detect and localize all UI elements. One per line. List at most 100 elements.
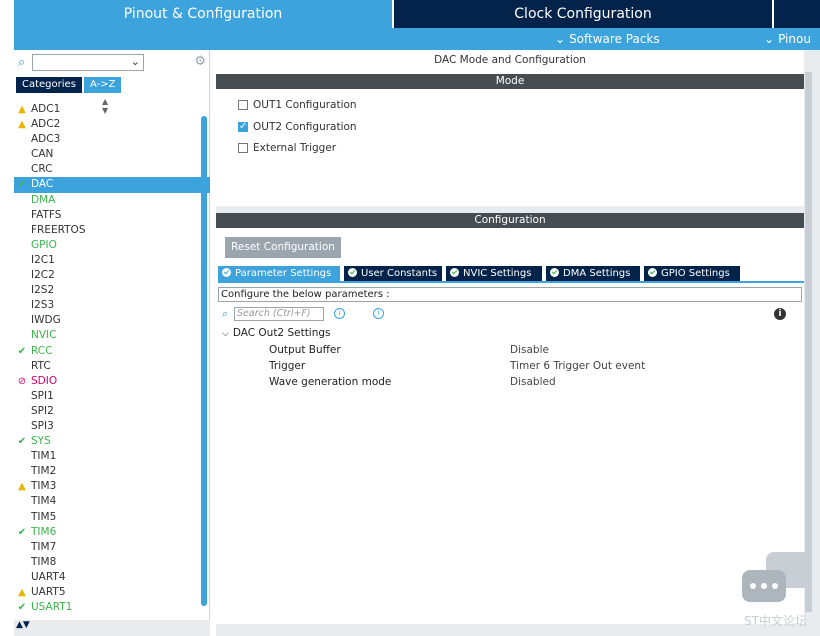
mode-option[interactable]: OUT2 Configuration bbox=[238, 120, 357, 142]
component-label: SYS bbox=[31, 435, 51, 448]
component-item[interactable]: DMA bbox=[14, 193, 210, 208]
component-item[interactable]: TIM2 bbox=[14, 464, 210, 479]
component-item[interactable]: SPI3 bbox=[14, 419, 210, 434]
component-item[interactable]: I2S2 bbox=[14, 283, 210, 298]
component-item[interactable]: ✔ SYS bbox=[14, 434, 210, 449]
component-label: ADC2 bbox=[31, 118, 61, 131]
mode-option[interactable]: OUT1 Configuration bbox=[238, 98, 357, 120]
check-icon: ✔ bbox=[17, 526, 27, 538]
component-item[interactable]: TIM5 bbox=[14, 510, 210, 525]
component-label: TIM5 bbox=[31, 510, 57, 523]
expand-all-icon[interactable]: i bbox=[334, 308, 345, 319]
search-icon[interactable]: ⌕ bbox=[222, 307, 228, 321]
component-item[interactable]: CAN bbox=[14, 147, 210, 162]
component-item[interactable]: CRC bbox=[14, 162, 210, 177]
component-item[interactable]: I2C2 bbox=[14, 268, 210, 283]
param-name[interactable]: Wave generation mode bbox=[269, 376, 391, 388]
config-tab[interactable]: GPIO Settings bbox=[644, 266, 740, 281]
component-item[interactable]: ✔ USART1 bbox=[14, 600, 210, 615]
tab-overflow[interactable] bbox=[774, 0, 820, 28]
component-item[interactable]: TIM4 bbox=[14, 494, 210, 509]
component-item[interactable]: I2C1 bbox=[14, 253, 210, 268]
component-label: TIM8 bbox=[31, 555, 57, 568]
param-value[interactable]: Timer 6 Trigger Out event bbox=[510, 360, 645, 372]
component-search-row: ⌕ ⌄ ⚙ bbox=[14, 52, 210, 72]
component-item[interactable]: NVIC bbox=[14, 328, 210, 343]
search-icon[interactable]: ⌕ bbox=[18, 55, 25, 70]
list-scrollbar[interactable] bbox=[201, 116, 207, 606]
pinout-menu[interactable]: ⌄ Pinou bbox=[764, 28, 811, 50]
mode-option[interactable]: External Trigger bbox=[238, 141, 357, 163]
param-name[interactable]: Output Buffer bbox=[269, 344, 341, 356]
param-name[interactable]: Trigger bbox=[269, 360, 305, 372]
software-packs-menu[interactable]: ⌄ Software Packs bbox=[555, 28, 660, 50]
component-item[interactable]: TIM1 bbox=[14, 449, 210, 464]
component-item[interactable]: ✔ DAC bbox=[14, 177, 210, 193]
param-search-input[interactable]: Search (Ctrl+F) bbox=[234, 307, 324, 321]
component-label: UART5 bbox=[31, 586, 66, 598]
sub-menu-bar: ⌄ Software Packs ⌄ Pinou bbox=[14, 28, 820, 50]
info-icon[interactable]: i bbox=[774, 308, 786, 320]
component-item[interactable]: ▲ ADC1 bbox=[14, 102, 210, 117]
param-value[interactable]: Disabled bbox=[510, 376, 556, 388]
component-search-input[interactable]: ⌄ bbox=[32, 54, 144, 71]
checkbox[interactable] bbox=[238, 100, 248, 110]
component-item[interactable]: GPIO bbox=[14, 238, 210, 253]
component-item[interactable]: FREERTOS bbox=[14, 223, 210, 238]
check-circle-icon bbox=[222, 268, 231, 277]
component-item[interactable]: ✔ RCC bbox=[14, 344, 210, 359]
config-tab[interactable]: NVIC Settings bbox=[446, 266, 542, 281]
component-item[interactable]: ⊘ SDIO bbox=[14, 374, 210, 389]
component-label: UART4 bbox=[31, 570, 66, 583]
main-scrollbar[interactable] bbox=[805, 72, 812, 612]
config-tab[interactable]: User Constants bbox=[344, 266, 442, 281]
check-icon: ✔ bbox=[17, 345, 27, 357]
tab-clock-configuration[interactable]: Clock Configuration bbox=[394, 0, 772, 28]
check-circle-icon bbox=[550, 268, 559, 277]
component-item[interactable]: I2S3 bbox=[14, 298, 210, 313]
dac-out2-settings-group[interactable]: ⌵ DAC Out2 Settings bbox=[222, 327, 331, 339]
component-item[interactable]: ▲ ADC2 bbox=[14, 117, 210, 132]
horizontal-scrollbar[interactable] bbox=[216, 624, 820, 636]
gear-icon[interactable]: ⚙ bbox=[194, 54, 206, 69]
component-item[interactable]: RTC bbox=[14, 359, 210, 374]
component-label: CAN bbox=[31, 148, 54, 161]
collapse-all-icon[interactable]: i bbox=[373, 308, 384, 319]
category-tabs: Categories A->Z bbox=[14, 77, 210, 93]
component-item[interactable]: ▲ UART5 bbox=[14, 585, 210, 600]
component-label: SDIO bbox=[31, 374, 58, 387]
dac-config-panel: DAC Mode and Configuration Mode OUT1 Con… bbox=[216, 50, 804, 624]
component-item[interactable]: SPI1 bbox=[14, 389, 210, 404]
param-value[interactable]: Disable bbox=[510, 344, 549, 356]
component-item[interactable]: TIM8 bbox=[14, 555, 210, 570]
component-list: ▲ ADC1 ▲ ADC2 ADC3 CAN CRC ✔ DAC DMA FATFS FREERTOS… bbox=[14, 102, 210, 624]
component-item[interactable]: TIM7 bbox=[14, 540, 210, 555]
component-item[interactable]: ▲ TIM3 bbox=[14, 479, 210, 494]
component-label: CRC bbox=[31, 163, 53, 176]
component-label: RCC bbox=[31, 344, 53, 357]
component-item[interactable]: IWDG bbox=[14, 313, 210, 328]
warning-icon: ▲ bbox=[18, 104, 26, 115]
component-label: TIM4 bbox=[31, 495, 57, 508]
config-tab[interactable]: DMA Settings bbox=[546, 266, 640, 281]
chevron-down-icon: ⌄ bbox=[555, 32, 566, 46]
checkbox[interactable] bbox=[238, 143, 248, 153]
component-label: IWDG bbox=[31, 314, 61, 327]
tab-a-to-z[interactable]: A->Z bbox=[84, 77, 122, 93]
component-item[interactable]: FATFS bbox=[14, 208, 210, 223]
checkbox-label: OUT2 Configuration bbox=[253, 120, 357, 133]
component-label: I2C1 bbox=[31, 253, 55, 266]
component-item[interactable]: UART4 bbox=[14, 570, 210, 585]
component-item[interactable]: SPI2 bbox=[14, 404, 210, 419]
reset-configuration-button[interactable]: Reset Configuration bbox=[225, 237, 341, 258]
component-item[interactable]: ✔ TIM6 bbox=[14, 525, 210, 540]
component-item[interactable]: ADC3 bbox=[14, 132, 210, 147]
config-tab[interactable]: Parameter Settings bbox=[218, 266, 340, 281]
tab-pinout-configuration[interactable]: Pinout & Configuration bbox=[14, 0, 392, 28]
tab-categories[interactable]: Categories bbox=[16, 77, 82, 93]
checkbox[interactable] bbox=[238, 120, 248, 134]
collapse-icon[interactable]: ▲▼ bbox=[16, 620, 30, 630]
config-tab-label: Parameter Settings bbox=[235, 268, 332, 279]
chevron-down-icon[interactable]: ⌄ bbox=[131, 55, 140, 68]
component-label: TIM2 bbox=[31, 465, 57, 478]
